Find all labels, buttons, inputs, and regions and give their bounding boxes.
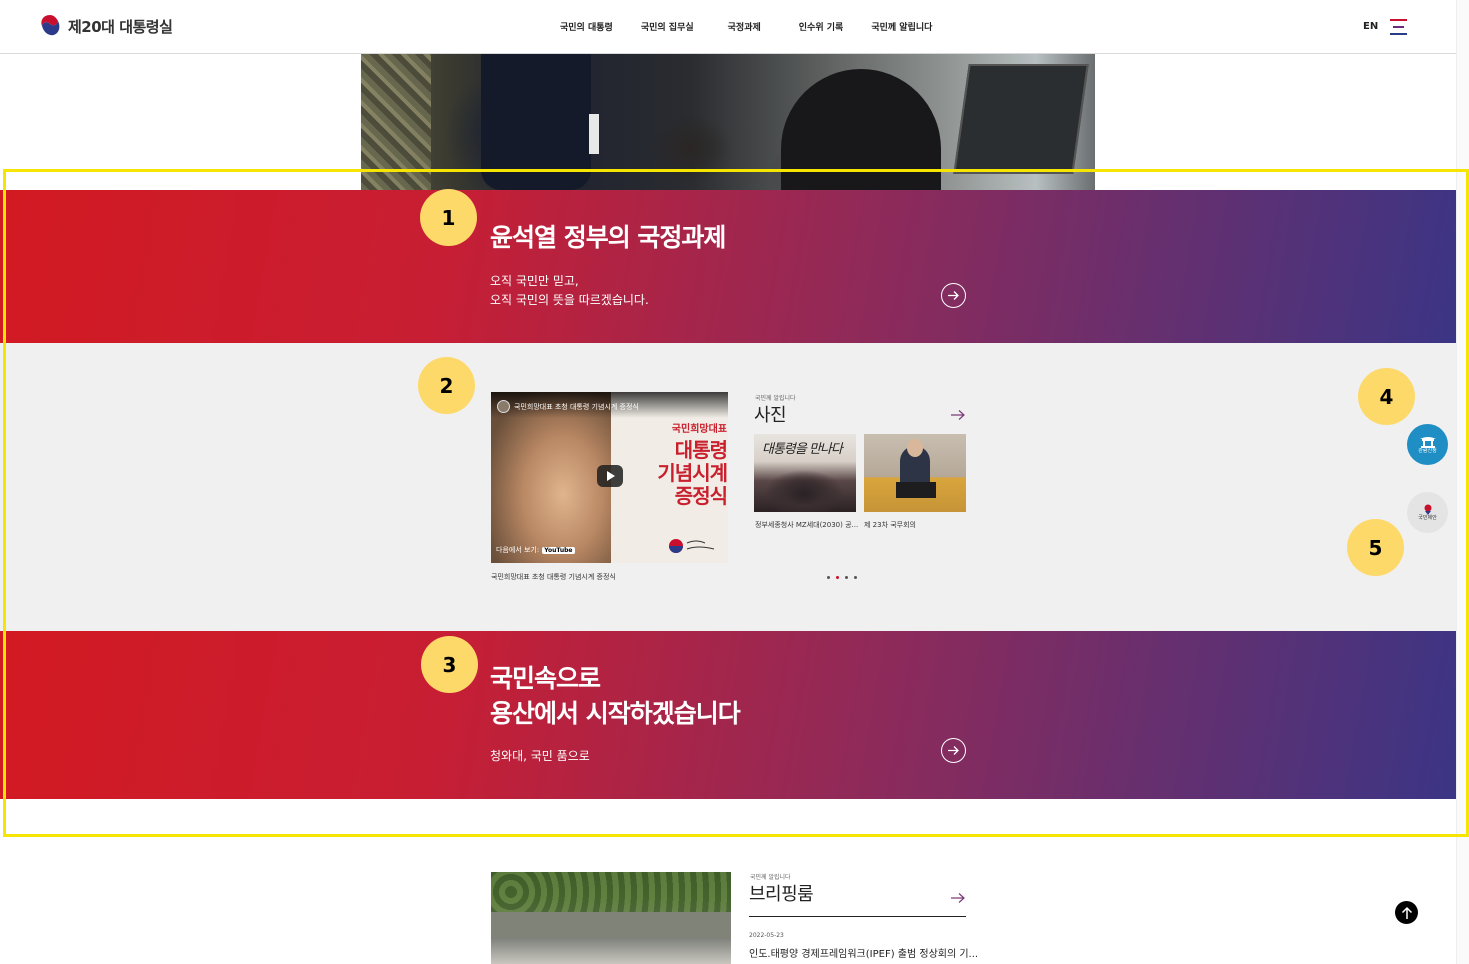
- photo-heading: 사진: [754, 405, 787, 426]
- yongsan-banner[interactable]: 국민속으로 용산에서 시작하겠습니다 청와대, 국민 품으로: [0, 631, 1456, 799]
- proposal-icon: [1424, 504, 1431, 515]
- site-logo-text: 제20대 대통령실: [68, 17, 173, 36]
- agenda-banner-subtitle: 오직 국민만 믿고, 오직 국민의 뜻을 따르겠습니다.: [490, 274, 649, 308]
- nav-item-president[interactable]: 국민의 대통령: [560, 20, 613, 33]
- agenda-banner-title: 윤석열 정부의 국정과제: [490, 223, 726, 252]
- annotation-badge-2: 2: [418, 357, 475, 414]
- scrollbar-track[interactable]: [1456, 0, 1469, 964]
- arrow-right-icon[interactable]: [950, 892, 966, 904]
- video-label[interactable]: 국민희망대표 초청 대통령 기념시계 증정식: [491, 572, 616, 582]
- people-proposal-button[interactable]: 국민제안: [1407, 492, 1448, 533]
- photo-caption[interactable]: 제 23차 국무회의: [864, 520, 916, 530]
- briefing-date: 2022-05-23: [749, 932, 784, 939]
- carousel-dot[interactable]: [854, 576, 857, 579]
- video-caption: 국민희망대표 초청 대통령 기념시계 증정식: [514, 403, 639, 411]
- carousel-dots: [827, 576, 857, 579]
- briefing-heading: 브리핑룸: [749, 884, 814, 905]
- channel-avatar[interactable]: [497, 400, 510, 413]
- briefing-headline[interactable]: 인도.태평양 경제프레임워크(IPEF) 출범 정상회의 기...: [749, 945, 978, 960]
- photo-thumbnail[interactable]: [864, 434, 966, 512]
- yongsan-banner-title: 국민속으로 용산에서 시작하겠습니다: [490, 664, 741, 728]
- thumbnail-overlay-text: 대통령을 만나다: [762, 442, 843, 457]
- briefing-photo[interactable]: [491, 872, 731, 964]
- annotation-badge-4: 4: [1358, 368, 1415, 425]
- nav-item-notice[interactable]: 국민께 알립니다: [871, 20, 932, 33]
- hamburger-menu-icon[interactable]: [1390, 19, 1407, 35]
- photo-caption[interactable]: 정부세종청사 MZ세대(2030) 공...: [755, 520, 858, 530]
- video-overlay-title: 국민희망대표 대통령 기념시계 증정식: [657, 424, 728, 508]
- nav-item-agenda[interactable]: 국정과제: [728, 20, 761, 33]
- palace-icon: [1419, 436, 1436, 448]
- scroll-to-top-icon[interactable]: [1395, 901, 1418, 924]
- photo-thumbnail[interactable]: 대통령을 만나다: [754, 434, 856, 512]
- main-nav: 국민의 대통령 국민의 집무실 국정과제 인수위 기록 국민께 알립니다: [560, 20, 960, 33]
- site-header: 제20대 대통령실 국민의 대통령 국민의 집무실 국정과제 인수위 기록 국민…: [0, 0, 1456, 54]
- arrow-right-circle-icon[interactable]: [941, 738, 966, 763]
- yongsan-banner-subtitle: 청와대, 국민 품으로: [490, 749, 590, 763]
- annotation-badge-5: 5: [1347, 519, 1404, 576]
- carousel-dot[interactable]: [845, 576, 848, 579]
- language-toggle[interactable]: EN: [1363, 21, 1378, 32]
- site-logo[interactable]: 제20대 대통령실: [38, 13, 173, 39]
- people-proposal-label: 국민제안: [1418, 515, 1437, 521]
- divider: [749, 916, 966, 917]
- play-button-icon[interactable]: [597, 465, 623, 487]
- carousel-dot[interactable]: [836, 576, 839, 579]
- hero-photo: [361, 54, 1095, 190]
- cheongwadae-tour-label: 관람신청: [1418, 447, 1437, 454]
- media-section: 국민희망대표 초청 대통령 기념시계 증정식 국민희망대표 대통령 기념시계 증…: [0, 343, 1456, 631]
- annotation-badge-3: 3: [421, 636, 478, 693]
- nav-item-transition[interactable]: 인수위 기록: [799, 20, 844, 33]
- arrow-right-icon[interactable]: [950, 409, 966, 421]
- youtube-logo-icon: YouTube: [542, 546, 575, 554]
- taegeuk-logo-icon: [41, 15, 60, 36]
- arrow-right-circle-icon[interactable]: [941, 283, 966, 308]
- watch-on-youtube[interactable]: 다음에서 보기: YouTube: [496, 545, 575, 555]
- agenda-banner[interactable]: 윤석열 정부의 국정과제 오직 국민만 믿고, 오직 국민의 뜻을 따르겠습니다…: [0, 190, 1456, 343]
- carousel-dot[interactable]: [827, 576, 830, 579]
- nav-item-office[interactable]: 국민의 집무실: [641, 20, 694, 33]
- annotation-badge-1: 1: [420, 189, 477, 246]
- taegeuk-watermark-icon: [669, 539, 715, 553]
- cheongwadae-tour-button[interactable]: 관람신청: [1407, 424, 1448, 465]
- video-player[interactable]: 국민희망대표 초청 대통령 기념시계 증정식 국민희망대표 대통령 기념시계 증…: [491, 392, 728, 563]
